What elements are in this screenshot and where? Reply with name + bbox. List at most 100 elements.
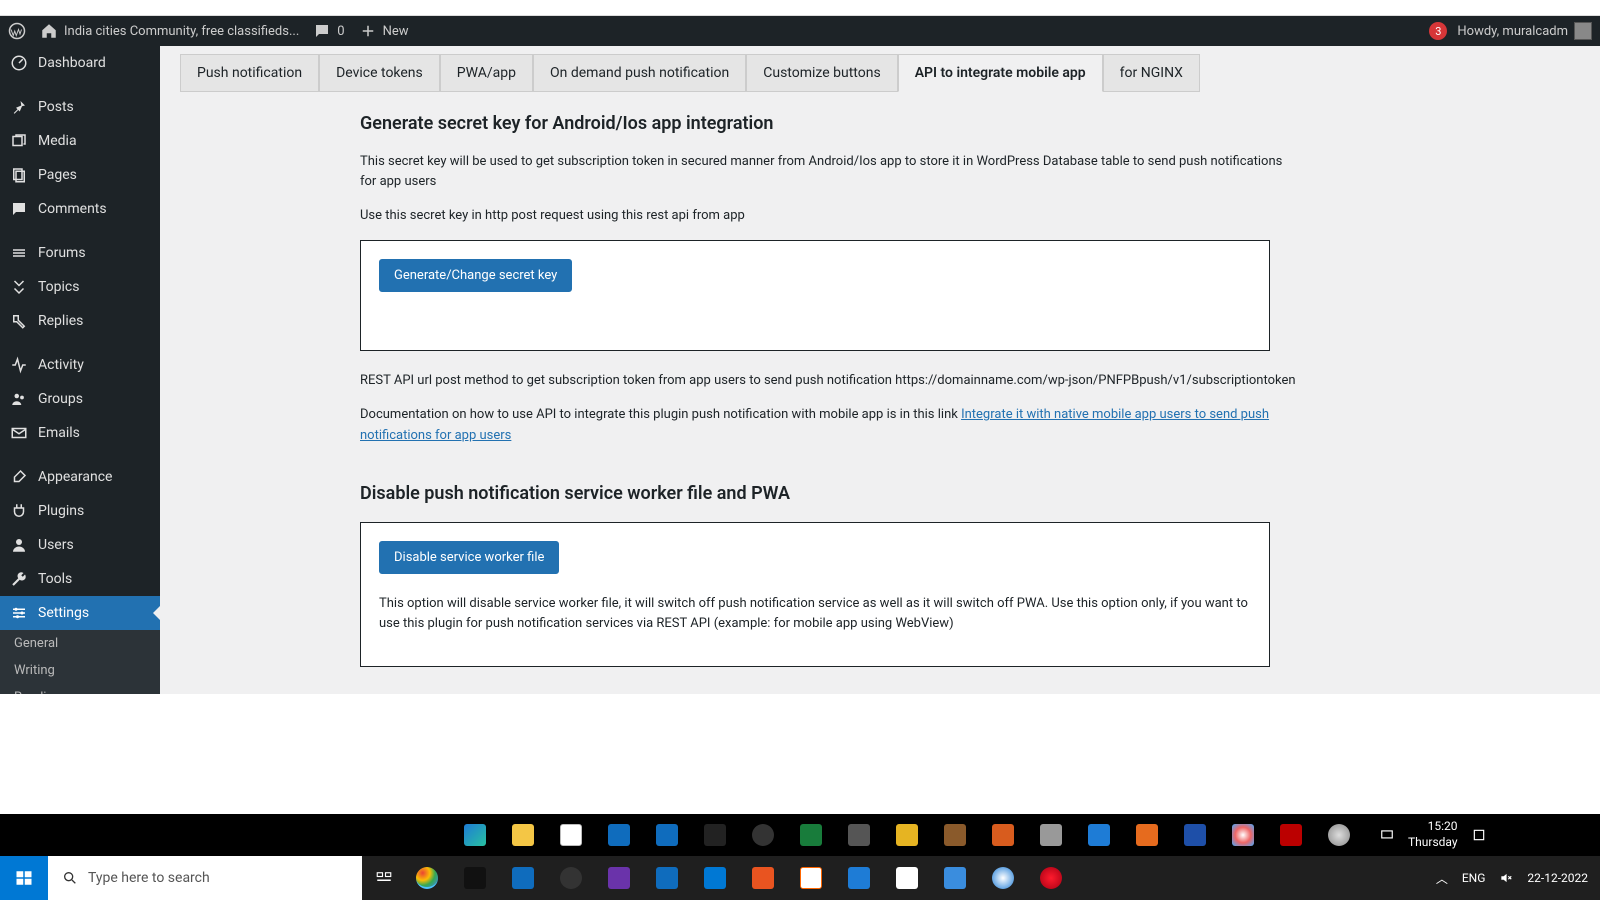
sidebar-item-settings[interactable]: Settings <box>0 596 160 630</box>
sidebar-item-media[interactable]: Media <box>0 124 160 158</box>
taskbar-app-globe[interactable] <box>992 867 1014 889</box>
topics-icon <box>10 278 28 296</box>
disable-service-worker-button[interactable]: Disable service worker file <box>379 541 559 574</box>
taskbar-app-filezilla[interactable] <box>1280 824 1302 846</box>
task-view-icon[interactable] <box>375 869 393 887</box>
mail-icon <box>10 424 28 442</box>
taskbar-search[interactable]: Type here to search <box>48 856 362 900</box>
sidebar-item-emails[interactable]: Emails <box>0 416 160 450</box>
sidebar-item-appearance[interactable]: Appearance <box>0 460 160 494</box>
start-button[interactable] <box>0 856 48 900</box>
taskbar-app-printer[interactable] <box>1040 824 1062 846</box>
taskbar-app-clock[interactable] <box>1328 824 1350 846</box>
taskbar-app-explorer[interactable] <box>512 824 534 846</box>
section-heading-disable-sw: Disable push notification service worker… <box>360 480 1572 508</box>
section-heading-secret-key: Generate secret key for Android/Ios app … <box>360 110 1572 138</box>
content-area: Push notification Device tokens PWA/app … <box>160 46 1600 694</box>
sidebar-item-label: Media <box>38 133 77 149</box>
sidebar-item-topics[interactable]: Topics <box>0 270 160 304</box>
taskbar-app-vm[interactable] <box>512 867 534 889</box>
search-icon <box>62 870 78 886</box>
sidebar-subitem-reading[interactable]: Reading <box>0 684 160 694</box>
sidebar-subitem-general[interactable]: General <box>0 630 160 657</box>
notifications-icon[interactable] <box>1472 828 1486 842</box>
sidebar-item-groups[interactable]: Groups <box>0 382 160 416</box>
sidebar-subitem-writing[interactable]: Writing <box>0 657 160 684</box>
sidebar-item-posts[interactable]: Posts <box>0 90 160 124</box>
tray-time: 15:20 <box>1408 819 1458 835</box>
tab-on-demand[interactable]: On demand push notification <box>533 54 746 92</box>
taskbar-app-paint[interactable] <box>1232 824 1254 846</box>
sidebar-item-plugins[interactable]: Plugins <box>0 494 160 528</box>
wp-logo-icon[interactable] <box>8 22 26 40</box>
comments-link[interactable]: 0 <box>313 22 344 40</box>
tab-pwa-app[interactable]: PWA/app <box>440 54 533 92</box>
taskbar-app-gears[interactable] <box>848 824 870 846</box>
sidebar-item-label: Users <box>38 537 74 553</box>
sidebar-item-pages[interactable]: Pages <box>0 158 160 192</box>
browser-chrome-strip <box>0 0 1600 16</box>
taskbar-app-book[interactable] <box>944 824 966 846</box>
taskbar-app-settings[interactable] <box>752 824 774 846</box>
secret-key-desc-2: Use this secret key in http post request… <box>360 206 1300 226</box>
tray-date: 22-12-2022 <box>1527 871 1588 885</box>
site-name: India cities Community, free classifieds… <box>64 24 299 39</box>
documentation-text: Documentation on how to use API to integ… <box>360 405 1300 445</box>
sidebar-item-tools[interactable]: Tools <box>0 562 160 596</box>
site-home-link[interactable]: India cities Community, free classifieds… <box>40 22 299 40</box>
taskbar-app-mail[interactable] <box>608 824 630 846</box>
tab-device-tokens[interactable]: Device tokens <box>319 54 440 92</box>
taskbar-app-movies[interactable] <box>992 824 1014 846</box>
taskbar-app-store[interactable] <box>560 824 582 846</box>
sidebar-item-label: Groups <box>38 391 83 407</box>
tab-customize-buttons[interactable]: Customize buttons <box>746 54 897 92</box>
taskbar-app-steam[interactable] <box>560 867 582 889</box>
taskbar-app-azure[interactable] <box>848 867 870 889</box>
brush-icon <box>10 468 28 486</box>
sidebar-item-users[interactable]: Users <box>0 528 160 562</box>
sidebar-item-label: Activity <box>38 357 84 373</box>
taskbar-app-opera[interactable] <box>1040 867 1062 889</box>
generate-secret-key-button[interactable]: Generate/Change secret key <box>379 259 572 292</box>
tab-for-nginx[interactable]: for NGINX <box>1103 54 1200 92</box>
taskbar-app-ubuntu[interactable] <box>752 867 774 889</box>
new-label: New <box>383 24 409 39</box>
settings-panel: Generate secret key for Android/Ios app … <box>160 92 1600 694</box>
taskbar-app-calc[interactable] <box>1088 824 1110 846</box>
taskbar-app-vscode[interactable] <box>704 867 726 889</box>
tab-push-notification[interactable]: Push notification <box>180 54 319 92</box>
system-tray-top: 15:20 Thursday <box>1368 819 1498 850</box>
taskbar-app-powershell[interactable] <box>656 867 678 889</box>
taskbar-app-wordalt[interactable] <box>1184 824 1206 846</box>
tab-api-integrate[interactable]: API to integrate mobile app <box>898 54 1103 92</box>
project-icon[interactable] <box>1380 828 1394 842</box>
user-icon <box>10 536 28 554</box>
tray-chevron-icon[interactable]: ︿ <box>1436 870 1448 887</box>
taskbar-app-cmd[interactable] <box>464 867 486 889</box>
sidebar-item-activity[interactable]: Activity <box>0 348 160 382</box>
sidebar-item-forums[interactable]: Forums <box>0 236 160 270</box>
tray-lang[interactable]: ENG <box>1462 871 1486 885</box>
sidebar-item-comments[interactable]: Comments <box>0 192 160 226</box>
notification-badge[interactable]: 3 <box>1429 22 1447 40</box>
new-content-link[interactable]: New <box>359 22 409 40</box>
system-tray-bottom: ︿ ENG 22-12-2022 <box>1424 870 1600 887</box>
taskbar-app-vlc[interactable] <box>1136 824 1158 846</box>
account-menu[interactable]: Howdy, muralcadm <box>1457 22 1592 40</box>
taskbar-app-grid[interactable] <box>896 867 918 889</box>
taskbar-app-docker[interactable] <box>944 867 966 889</box>
taskbar-app-chrome[interactable] <box>416 867 438 889</box>
volume-mute-icon[interactable] <box>1499 871 1513 885</box>
groups-icon <box>10 390 28 408</box>
taskbar-app-obs[interactable] <box>704 824 726 846</box>
taskbar-app-purple[interactable] <box>608 867 630 889</box>
sidebar-item-replies[interactable]: Replies <box>0 304 160 338</box>
taskbar-app-word[interactable] <box>656 824 678 846</box>
taskbar-app-excel[interactable] <box>800 824 822 846</box>
taskbar-app-edge[interactable] <box>464 824 486 846</box>
taskbar-app-notepad[interactable] <box>896 824 918 846</box>
rest-api-url-text: REST API url post method to get subscrip… <box>360 371 1300 391</box>
taskbar-app-xampp[interactable] <box>800 867 822 889</box>
wrench-icon <box>10 570 28 588</box>
sidebar-item-dashboard[interactable]: Dashboard <box>0 46 160 80</box>
